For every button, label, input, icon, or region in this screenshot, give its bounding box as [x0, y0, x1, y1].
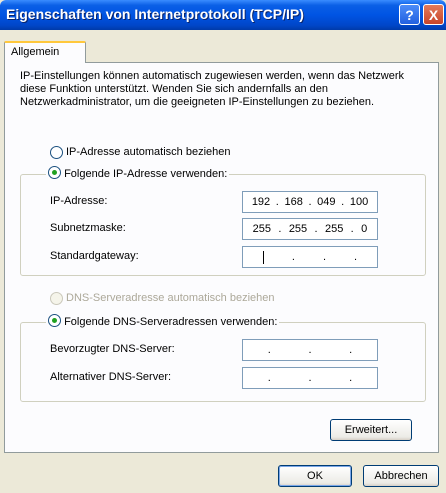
ip-separator: .	[278, 223, 282, 235]
title-bar[interactable]: Eigenschaften von Internetprotokoll (TCP…	[0, 0, 446, 30]
subnet-octet-3: 255	[324, 223, 344, 235]
ip-address-label: IP-Adresse:	[50, 195, 108, 207]
ok-button-label: OK	[307, 470, 323, 482]
ip-separator: .	[341, 196, 345, 208]
preferred-dns-field[interactable]: . . .	[242, 339, 378, 361]
ip-octet-2: 168	[284, 196, 303, 208]
preferred-dns-label: Bevorzugter DNS-Server:	[50, 343, 175, 355]
ip-separator: .	[267, 372, 271, 384]
ip-auto-label[interactable]: IP-Adresse automatisch beziehen	[66, 146, 230, 158]
ip-separator: .	[314, 223, 318, 235]
close-button[interactable]: X	[423, 4, 444, 25]
advanced-button[interactable]: Erweitert...	[330, 419, 412, 441]
ip-separator: .	[350, 223, 354, 235]
tab-general-label: Allgemein	[11, 46, 60, 58]
dns-auto-radio[interactable]	[50, 292, 63, 305]
dns-settings-group	[20, 322, 426, 402]
gateway-field[interactable]: . . .	[242, 246, 378, 268]
alternate-dns-label: Alternativer DNS-Server:	[50, 371, 172, 383]
subnet-octet-2: 255	[288, 223, 308, 235]
ip-separator: .	[308, 372, 312, 384]
help-icon: ?	[405, 6, 414, 23]
help-button[interactable]: ?	[399, 4, 420, 25]
cancel-button[interactable]: Abbrechen	[363, 465, 439, 487]
text-cursor	[262, 250, 264, 264]
subnet-octet-1: 255	[252, 223, 272, 235]
alternate-dns-field[interactable]: . . .	[242, 367, 378, 389]
ip-octet-4: 100	[349, 196, 369, 208]
ip-separator: .	[308, 344, 312, 356]
window-title: Eigenschaften von Internetprotokoll (TCP…	[6, 6, 304, 22]
ip-separator: .	[322, 251, 326, 263]
ip-address-field[interactable]: 192 . 168 . 049 . 100	[242, 191, 378, 213]
intro-text: IP-Einstellungen können automatisch zuge…	[20, 70, 404, 108]
dns-auto-label[interactable]: DNS-Serveradresse automatisch beziehen	[66, 292, 275, 304]
ip-manual-legend: Folgende IP-Adresse verwenden:	[46, 166, 230, 180]
ip-separator: .	[275, 196, 279, 208]
dns-manual-label[interactable]: Folgende DNS-Serveradressen verwenden:	[64, 316, 277, 328]
ip-separator: .	[308, 196, 312, 208]
ip-octet-1: 192	[251, 196, 271, 208]
subnet-octet-4: 0	[361, 223, 368, 235]
ip-manual-label[interactable]: Folgende IP-Adresse verwenden:	[64, 168, 227, 180]
ip-separator: .	[349, 344, 353, 356]
ip-separator: .	[349, 372, 353, 384]
close-icon: X	[428, 6, 439, 23]
advanced-button-label: Erweitert...	[344, 424, 398, 436]
gateway-label: Standardgateway:	[50, 250, 139, 262]
ip-separator: .	[267, 344, 271, 356]
subnet-mask-label: Subnetzmaske:	[50, 222, 126, 234]
dns-manual-legend: Folgende DNS-Serveradressen verwenden:	[46, 314, 280, 328]
cancel-button-label: Abbrechen	[374, 470, 428, 482]
ip-octet-3: 049	[317, 196, 336, 208]
ip-auto-radio[interactable]	[50, 146, 63, 159]
ip-manual-radio[interactable]	[48, 166, 61, 179]
subnet-mask-field[interactable]: 255 . 255 . 255 . 0	[242, 218, 378, 240]
dns-manual-radio[interactable]	[48, 314, 61, 327]
ok-button[interactable]: OK	[278, 465, 352, 487]
ip-separator: .	[353, 251, 358, 263]
tab-general[interactable]: Allgemein	[4, 41, 86, 63]
ip-separator: .	[291, 251, 295, 263]
